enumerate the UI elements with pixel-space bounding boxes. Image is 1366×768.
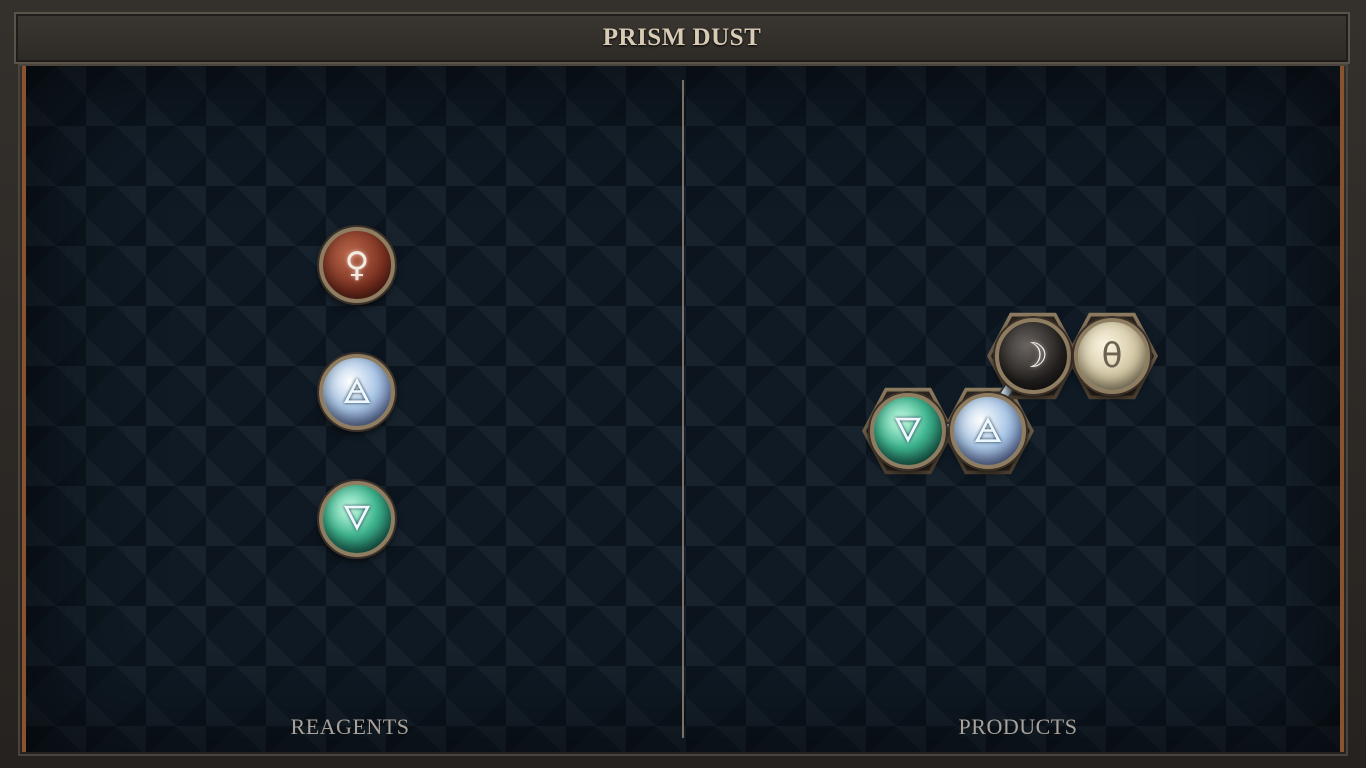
- water-icon: 🜄: [893, 411, 923, 451]
- product-water-atom[interactable]: 🜄: [870, 393, 946, 469]
- reagent-water-atom[interactable]: 🜄: [319, 481, 395, 557]
- product-air-atom[interactable]: 🜁: [950, 393, 1026, 469]
- puzzle-title: PRISM DUST: [602, 24, 762, 51]
- products-label: PRODUCTS: [958, 714, 1078, 739]
- air-icon: 🜁: [973, 411, 1003, 451]
- product-earth-atom[interactable]: θ: [1074, 318, 1150, 394]
- moon-icon: ☽: [1017, 336, 1049, 376]
- panel-divider: [682, 80, 684, 738]
- product-silver-atom[interactable]: ☽: [995, 318, 1071, 394]
- reagents-label: REAGENTS: [290, 714, 410, 739]
- copper-icon: ♀: [344, 245, 370, 285]
- reagent-air-atom[interactable]: 🜁: [319, 354, 395, 430]
- title-bar: PRISM DUST: [14, 12, 1350, 64]
- earth-icon: θ: [1101, 336, 1123, 376]
- air-icon: 🜁: [342, 372, 372, 412]
- water-icon: 🜄: [342, 499, 372, 539]
- reagent-copper-atom[interactable]: ♀: [319, 227, 395, 303]
